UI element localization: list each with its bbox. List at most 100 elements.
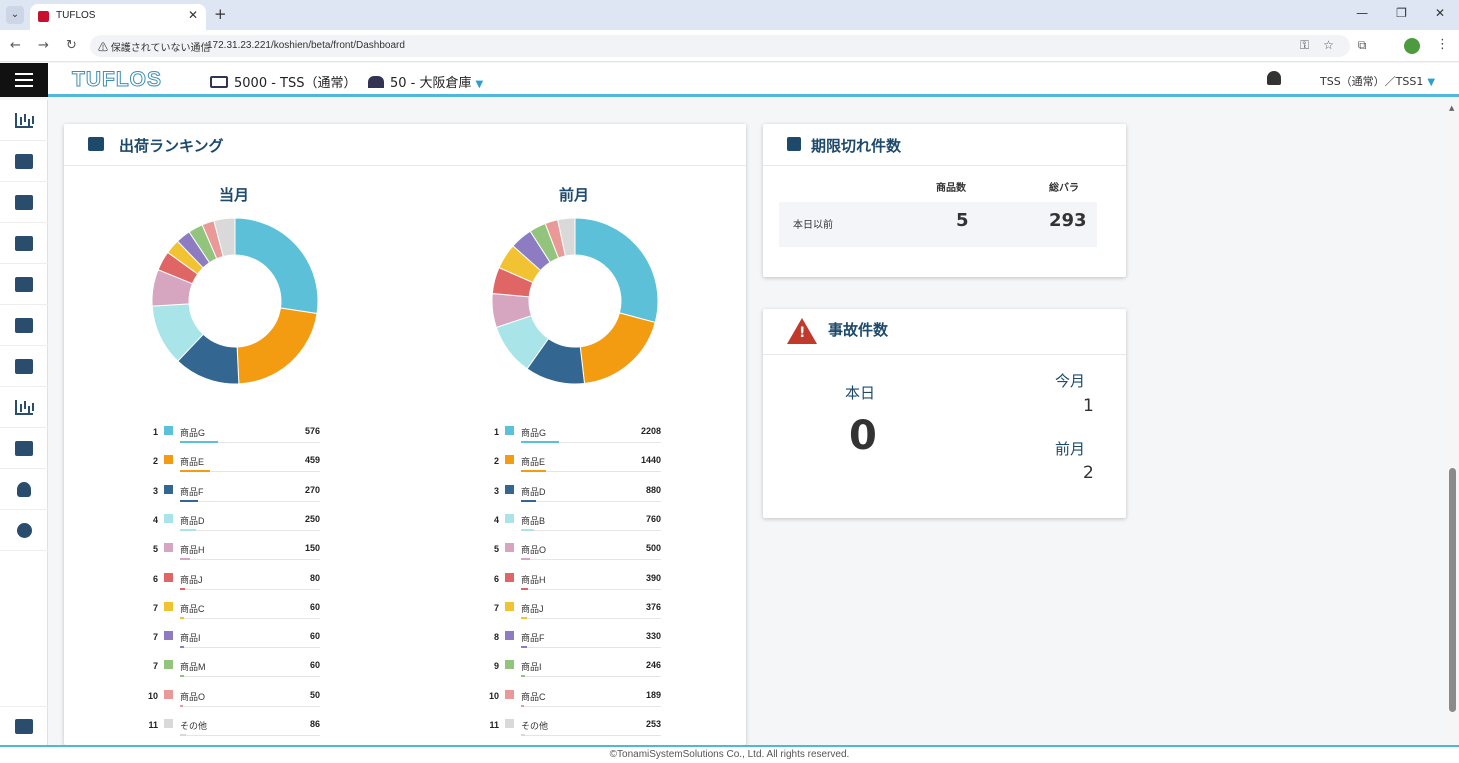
value-bar <box>180 616 184 619</box>
key-icon[interactable]: ⚿ <box>1300 38 1309 53</box>
warehouse-selector[interactable]: 50 - 大阪倉庫 ▼ <box>368 72 483 91</box>
close-window-icon[interactable]: ✕ <box>1435 6 1445 20</box>
user-label: TSS（通常）／TSS1 <box>1320 75 1424 88</box>
previous-slice-1[interactable] <box>574 218 659 324</box>
restore-icon[interactable]: ❐ <box>1396 6 1407 20</box>
shipment-count: 576 <box>304 426 320 436</box>
hamburger-menu-icon[interactable] <box>0 63 48 97</box>
previous-slice-2[interactable] <box>579 312 656 384</box>
back-icon[interactable]: ← <box>10 38 21 53</box>
sidebar-item-inbound[interactable] <box>0 141 48 182</box>
expiry-col-items: 商品数 <box>936 183 966 194</box>
user-menu[interactable]: TSS（通常）／TSS1 ▼ <box>1320 73 1435 89</box>
sidebar-item-user[interactable] <box>0 469 48 510</box>
footer: ©TonamiSystemSolutions Co., Ltd. All rig… <box>0 745 1459 763</box>
favicon-icon <box>38 11 49 22</box>
product-name: 商品G <box>180 428 206 438</box>
sidebar-item-report[interactable] <box>0 387 48 428</box>
profile-avatar[interactable] <box>1404 38 1420 54</box>
shipment-count: 390 <box>645 572 661 583</box>
previous-rank-row: 9 商品I 246 <box>485 654 661 683</box>
row-divider <box>521 735 661 736</box>
current-month-label: 当月 <box>219 186 250 204</box>
product-name: 商品J <box>521 603 544 614</box>
row-divider <box>180 647 320 649</box>
rank-number: 7 <box>493 602 499 613</box>
sidebar-item-location[interactable] <box>0 305 48 346</box>
sidebar-item-settings[interactable] <box>0 510 48 551</box>
shipment-count: 500 <box>645 543 661 554</box>
page-scrollbar[interactable]: ▲ <box>1447 100 1459 745</box>
current-slice-2[interactable] <box>236 307 318 384</box>
user-icon <box>17 482 31 497</box>
url-field[interactable]: ⚠ 保護されていない通信 172.31.23.221/koshien/beta/… <box>90 35 1350 57</box>
tab-title: TUFLOS <box>56 10 96 21</box>
product-name: その他 <box>521 721 549 731</box>
last-month-value: 2 <box>1083 463 1094 483</box>
legend-swatch <box>164 601 173 611</box>
sidebar-item-inventory[interactable] <box>0 264 48 305</box>
warehouse-icon <box>368 76 384 88</box>
shipment-count: 150 <box>304 543 320 554</box>
sidebar-item-monitor[interactable] <box>0 428 48 469</box>
previous-rank-row: 3 商品D 880 <box>485 479 661 508</box>
monitor-icon <box>15 441 33 456</box>
value-bar <box>521 499 536 502</box>
value-bar <box>180 704 183 707</box>
logout-button[interactable] <box>0 706 48 746</box>
row-divider <box>180 529 320 531</box>
product-name: 商品H <box>521 574 546 585</box>
previous-rank-row: 2 商品E 1440 <box>485 449 661 478</box>
this-month-label: 今月 <box>1055 372 1086 390</box>
expiry-title: 期限切れ件数 <box>811 137 902 155</box>
rank-number: 2 <box>152 456 158 467</box>
sidebar-item-hourglass[interactable] <box>0 346 48 387</box>
url-text[interactable]: 172.31.23.221/koshien/beta/front/Dashboa… <box>207 40 405 51</box>
browser-menu-icon[interactable]: ⋮ <box>1436 37 1449 52</box>
product-name: 商品F <box>521 633 545 644</box>
browser-tab[interactable]: TUFLOS ✕ <box>30 4 206 30</box>
scroll-thumb[interactable] <box>1449 468 1456 712</box>
security-warning[interactable]: ⚠ 保護されていない通信 <box>98 39 210 54</box>
ranking-title: 出荷ランキング <box>119 137 224 155</box>
company-selector[interactable]: 5000 - TSS（通常） <box>210 72 357 91</box>
caret-down-icon: ▼ <box>475 79 484 90</box>
previous-rank-row: 10 商品C 189 <box>485 684 661 713</box>
rank-number: 6 <box>493 573 499 584</box>
shipment-count: 376 <box>645 601 661 612</box>
row-divider <box>180 588 320 590</box>
current-rank-row: 2 商品E 459 <box>144 449 320 478</box>
new-tab-icon[interactable]: + <box>214 5 227 23</box>
tab-search-button[interactable]: ⌄ <box>6 6 24 24</box>
product-name: 商品D <box>521 486 546 497</box>
product-name: 商品D <box>180 515 205 526</box>
current-slice-1[interactable] <box>234 218 319 315</box>
previous-rank-row: 1 商品G 2208 <box>485 420 661 449</box>
expiry-row-label: 本日以前 <box>793 220 833 231</box>
warehouse-label: 50 - 大阪倉庫 <box>390 76 472 91</box>
previous-rank-row: 7 商品J 376 <box>485 596 661 625</box>
scroll-up-icon[interactable]: ▲ <box>1449 104 1454 112</box>
legend-swatch <box>505 455 514 465</box>
sidebar-item-outbound[interactable] <box>0 182 48 223</box>
rank-number: 11 <box>489 720 499 730</box>
inventory-icon <box>15 277 33 292</box>
extensions-icon[interactable]: ⧉ <box>1358 38 1367 53</box>
sidebar-item-dashboard[interactable] <box>0 100 48 141</box>
rank-number: 8 <box>493 632 499 643</box>
sidebar-item-cart[interactable] <box>0 223 48 264</box>
product-name: 商品M <box>180 662 206 673</box>
value-bar <box>521 558 530 561</box>
tab-close-icon[interactable]: ✕ <box>188 8 198 22</box>
bell-icon[interactable] <box>1267 71 1281 85</box>
product-name: 商品I <box>521 662 542 673</box>
rank-number: 5 <box>493 544 499 555</box>
previous-month-label: 前月 <box>559 186 590 204</box>
minimize-icon[interactable]: — <box>1356 6 1368 20</box>
reload-icon[interactable]: ↻ <box>66 38 77 53</box>
value-bar <box>521 528 534 531</box>
value-bar <box>521 441 559 443</box>
forward-icon[interactable]: → <box>38 38 49 53</box>
bookmark-star-icon[interactable]: ☆ <box>1323 38 1334 53</box>
legend-swatch <box>164 689 173 699</box>
